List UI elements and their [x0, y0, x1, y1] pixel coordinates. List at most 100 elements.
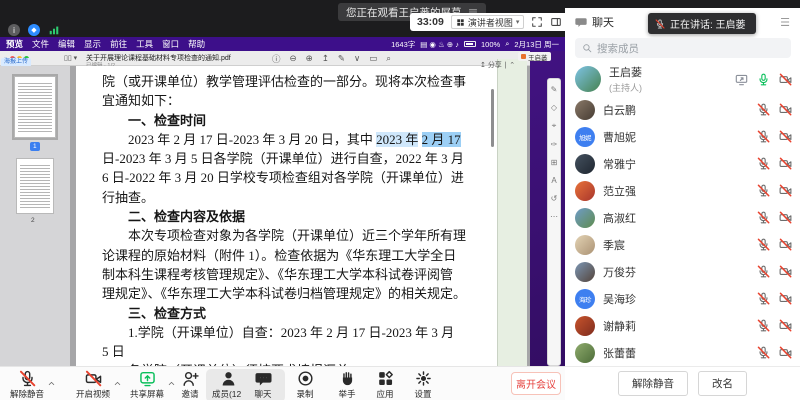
- camera-off-icon[interactable]: [779, 103, 792, 116]
- zoom-in-icon[interactable]: ⊕: [306, 53, 313, 65]
- page-2-badge: 2: [31, 217, 35, 224]
- spotlight-icon[interactable]: ⌕: [505, 39, 509, 49]
- menubar-status-area: 1643字 ▤ ◉ ♨ ⊕ ♪ 100% ⌕ 2月13日 周一: [391, 39, 559, 50]
- chevron-up-icon[interactable]: [47, 375, 56, 393]
- grid-icon[interactable]: ⊞: [551, 158, 558, 167]
- dropdown-icon[interactable]: ∨: [354, 53, 360, 65]
- zoom-out-icon[interactable]: ⊖: [290, 53, 297, 65]
- rename-button[interactable]: 改名: [698, 371, 747, 396]
- target-icon[interactable]: ⌖: [552, 121, 557, 131]
- meeting-app-icon[interactable]: ◆: [28, 24, 40, 36]
- mic-off-icon[interactable]: [757, 346, 770, 359]
- member-row[interactable]: 季宸: [565, 231, 800, 258]
- network-signal-icon[interactable]: [48, 24, 60, 36]
- search-icon[interactable]: ⌕: [386, 53, 391, 65]
- camera-off-icon[interactable]: [779, 157, 792, 170]
- menu-0[interactable]: 预览: [6, 38, 23, 50]
- camera-muted-icon: [85, 370, 102, 387]
- camera-off-icon[interactable]: [779, 73, 792, 86]
- menu-4[interactable]: 前往: [110, 38, 127, 50]
- menu-7[interactable]: 帮助: [188, 38, 205, 50]
- member-row[interactable]: 常雅宁: [565, 150, 800, 177]
- fullscreen-icon[interactable]: [531, 16, 543, 28]
- shape-icon[interactable]: ◇: [551, 103, 557, 112]
- menu-2[interactable]: 编辑: [58, 38, 75, 50]
- page-icon[interactable]: ▭: [369, 53, 377, 65]
- member-row[interactable]: 白云鹏: [565, 96, 800, 123]
- camera-off-icon[interactable]: [779, 130, 792, 143]
- menu-5[interactable]: 工具: [136, 38, 153, 50]
- camera-off-icon[interactable]: [779, 319, 792, 332]
- screen-share-icon[interactable]: [735, 73, 748, 86]
- avatar: [575, 208, 595, 228]
- search-member-box[interactable]: 搜索成员: [575, 38, 791, 58]
- page-thumbnail-2[interactable]: [16, 158, 54, 214]
- panel-menu-icon[interactable]: ☰: [780, 16, 790, 29]
- member-status-icons: [757, 157, 792, 170]
- camera-off-icon[interactable]: [779, 265, 792, 278]
- mic-off-icon[interactable]: [757, 184, 770, 197]
- markup-icon[interactable]: ✎: [338, 53, 345, 65]
- view-mode-dropdown[interactable]: 演讲者视图 ▾: [451, 15, 525, 29]
- camera-off-icon[interactable]: [779, 292, 792, 305]
- menu-1[interactable]: 文件: [32, 38, 49, 50]
- text-icon[interactable]: A: [551, 176, 556, 185]
- mic-off-icon[interactable]: [757, 103, 770, 116]
- member-status-icons: [757, 319, 792, 332]
- mic-off-icon[interactable]: [757, 292, 770, 305]
- menu-6[interactable]: 窗口: [162, 38, 179, 50]
- info-icon[interactable]: ⓘ: [272, 53, 281, 65]
- search-highlight: 2 月 17: [422, 132, 461, 147]
- meeting-info-icon[interactable]: i: [8, 24, 20, 36]
- member-row[interactable]: 王启蒌(主持人): [565, 62, 800, 96]
- document-line: 本次专项检查对象为各学院（开课单位）近三个学年所有理: [102, 226, 483, 245]
- unmute-button[interactable]: 解除静音: [618, 371, 688, 396]
- toolbar-gear-button[interactable]: 设置: [393, 370, 453, 400]
- share-up-icon[interactable]: ↥: [322, 53, 329, 65]
- share-chip[interactable]: ↥ 分享 ∣ ⌃: [480, 60, 515, 70]
- avatar: [575, 181, 595, 201]
- member-row[interactable]: 范立强: [565, 177, 800, 204]
- member-status-icons: [757, 292, 792, 305]
- avatar: [575, 316, 595, 336]
- member-row[interactable]: 高淑红: [565, 204, 800, 231]
- mic-off-icon[interactable]: [757, 238, 770, 251]
- mic-on-icon[interactable]: [757, 73, 770, 86]
- member-row[interactable]: 张蕾蕾: [565, 339, 800, 366]
- camera-off-icon[interactable]: [779, 184, 792, 197]
- mic-off-icon[interactable]: [757, 130, 770, 143]
- mic-off-icon[interactable]: [757, 157, 770, 170]
- more-icon[interactable]: ⋯: [550, 212, 558, 221]
- meeting-timer: 33:09: [417, 16, 444, 28]
- pen-icon[interactable]: ✎: [551, 85, 558, 94]
- camera-off-icon[interactable]: [779, 238, 792, 251]
- document-line: 5 日: [102, 342, 483, 361]
- share-screen-icon: [139, 370, 156, 387]
- member-row[interactable]: 海珍吴海珍: [565, 285, 800, 312]
- page-thumbnail-1[interactable]: [14, 76, 56, 138]
- pop-out-window-icon[interactable]: [550, 16, 562, 28]
- mic-off-icon[interactable]: [757, 319, 770, 332]
- toolbar-label: 举手: [338, 388, 355, 400]
- camera-off-icon[interactable]: [779, 346, 792, 359]
- hand-icon: [339, 370, 356, 387]
- battery-icon: [464, 41, 476, 47]
- mic-off-icon[interactable]: [757, 211, 770, 224]
- document-line: 1.学院（开课单位）自查：2023 年 2 月 17 日-2023 年 3 月: [102, 323, 483, 342]
- rotate-icon[interactable]: ↺: [551, 194, 558, 203]
- member-status-icons: [757, 265, 792, 278]
- member-row[interactable]: 谢静莉: [565, 312, 800, 339]
- signature-icon[interactable]: ✑: [551, 140, 558, 149]
- macos-menubar: 预览文件编辑显示前往工具窗口帮助 1643字 ▤ ◉ ♨ ⊕ ♪ 100% ⌕ …: [0, 37, 565, 51]
- speaking-text: 正在讲话: 王启蒌: [670, 16, 746, 31]
- leave-meeting-button[interactable]: 离开会议: [511, 372, 561, 395]
- sidebar-toggle-icon[interactable]: ▯▯ ▾: [64, 54, 77, 62]
- scrollbar[interactable]: [491, 89, 494, 147]
- background-window: [497, 59, 527, 366]
- mic-off-icon[interactable]: [757, 265, 770, 278]
- camera-off-icon[interactable]: [779, 211, 792, 224]
- menu-3[interactable]: 显示: [84, 38, 101, 50]
- toolbar-label: 邀请: [181, 388, 198, 400]
- member-row[interactable]: 万俊芬: [565, 258, 800, 285]
- member-row[interactable]: 旭妮曹旭妮: [565, 123, 800, 150]
